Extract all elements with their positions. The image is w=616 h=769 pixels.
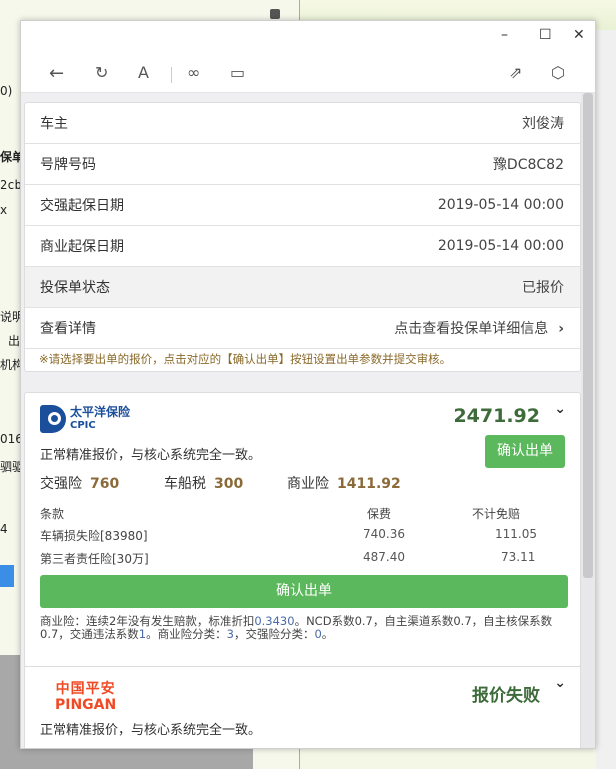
maximize-button[interactable]: ☐ (539, 27, 552, 43)
note-text: 商业险：连续2年没有发生赔款，标准折扣 (40, 614, 255, 628)
info-label: 号牌号码 (40, 157, 96, 173)
status-value: 已报价 (522, 280, 564, 296)
summary-label: 商业险 (287, 476, 329, 492)
font-icon[interactable]: A (138, 63, 149, 82)
quote-description: 正常精准报价，与核心系统完全一致。 (40, 723, 262, 738)
share-icon[interactable]: ⇗ (509, 63, 522, 82)
quote-card-pingan: 中国平安 PINGAN 报价失败 ⌄ 正常精准报价，与核心系统完全一致。 (24, 666, 581, 748)
note-text: 。商业险分类： (146, 627, 227, 641)
close-button[interactable]: ✕ (573, 27, 585, 43)
summary-value: 760 (90, 476, 120, 492)
info-row-plate: 号牌号码 豫DC8C82 (25, 144, 580, 185)
summary-compulsory: 交强险 760 (40, 473, 119, 493)
link-icon[interactable]: ∞ (187, 63, 200, 82)
coverage-deductible: 111.05 (495, 527, 537, 541)
quote-card-cpic: 太平洋保险 CPIC 2471.92 ⌄ 正常精准报价，与核心系统完全一致。 确认… (24, 392, 581, 667)
browser-window: – ☐ ✕ ← ↻ A ∞ ▭ ⇗ ⬡ 车主 刘俊涛 号牌号码 豫DC8C82 交强… (20, 20, 596, 749)
note-number: 0.3430 (254, 614, 295, 628)
details-link-text: 点击查看投保单详细信息 (394, 321, 549, 337)
summary-label: 车船税 (164, 476, 206, 492)
coverage-name: 第三者责任险[30万] (40, 552, 149, 566)
confirm-issue-wide-button[interactable]: 确认出单 (40, 575, 568, 608)
info-label: 查看详情 (40, 321, 96, 337)
note-number: 0 (314, 627, 322, 641)
info-row-compulsory-start: 交强起保日期 2019-05-14 00:00 (25, 185, 580, 226)
cpic-logo: 太平洋保险 CPIC (40, 405, 130, 433)
note-text: 。 (321, 627, 334, 641)
view-details-link[interactable]: 查看详情 点击查看投保单详细信息 › (25, 308, 580, 349)
cube-icon[interactable]: ⬡ (551, 63, 565, 82)
summary-vehicle-tax: 车船税 300 (164, 473, 243, 493)
policy-info-card: 车主 刘俊涛 号牌号码 豫DC8C82 交强起保日期 2019-05-14 00:00… (24, 102, 581, 372)
summary-value: 300 (214, 476, 244, 492)
summary-value: 1411.92 (337, 476, 401, 492)
scrollbar-thumb[interactable] (583, 93, 593, 578)
summary-label: 交强险 (40, 476, 82, 492)
bg-text: 4 (0, 522, 8, 536)
col-header-premium: 保费 (367, 507, 392, 521)
confirm-issue-button[interactable]: 确认出单 (485, 435, 565, 468)
quote-status: 报价失败 (472, 686, 540, 706)
cpic-name: 太平洋保险 (70, 405, 131, 419)
window-icon[interactable]: ▭ (230, 63, 245, 82)
toolbar: ← ↻ A ∞ ▭ ⇗ ⬡ (21, 59, 595, 93)
refresh-icon[interactable]: ↻ (95, 63, 108, 82)
bg-text: 出 (8, 334, 21, 348)
chevron-down-icon[interactable]: ⌄ (554, 675, 566, 691)
info-value: 2019-05-14 00:00 (437, 197, 564, 213)
coverage-deductible: 73.11 (501, 550, 536, 564)
scrollbar[interactable] (581, 93, 595, 748)
total-price: 2471.92 (453, 405, 540, 427)
toolbar-divider (171, 67, 172, 83)
info-row-status: 投保单状态 已报价 (25, 267, 580, 308)
page-content: 车主 刘俊涛 号牌号码 豫DC8C82 交强起保日期 2019-05-14 00:00… (21, 92, 595, 748)
quote-description: 正常精准报价，与核心系统完全一致。 (40, 448, 262, 463)
note-text: ，交强险分类： (233, 627, 315, 641)
info-label: 车主 (40, 116, 68, 132)
bg-text: x (0, 203, 8, 217)
col-header-deductible: 不计免赔 (472, 507, 521, 521)
pingan-name: 中国平安 (55, 681, 116, 697)
col-header-item: 条款 (40, 507, 65, 521)
coverage-name: 车辆损失险[83980] (40, 529, 148, 543)
minimize-button[interactable]: – (501, 27, 508, 43)
info-value: 豫DC8C82 (492, 157, 564, 173)
chevron-down-icon[interactable]: ⌄ (554, 401, 566, 417)
cpic-name-en: CPIC (70, 420, 96, 431)
info-label: 商业起保日期 (40, 239, 124, 255)
back-icon[interactable]: ← (49, 63, 64, 84)
coverage-premium: 740.36 (363, 527, 405, 541)
info-value: 2019-05-14 00:00 (437, 238, 564, 254)
pingan-name-en: PINGAN (55, 697, 117, 713)
pingan-logo: 中国平安 PINGAN (55, 681, 116, 713)
bg-selected-row (0, 565, 14, 587)
info-label: 交强起保日期 (40, 198, 124, 214)
notice-text: ※请选择要出单的报价，点击对应的【确认出单】按钮设置出单参数并提交审核。 (39, 352, 452, 366)
info-row-owner: 车主 刘俊涛 (25, 103, 580, 144)
background-panel (596, 30, 616, 769)
rating-note: 商业险：连续2年没有发生赔款，标准折扣0.3430。NCD系数0.7，自主渠道系… (40, 615, 570, 641)
info-value: 刘俊涛 (522, 116, 564, 132)
info-row-commercial-start: 商业起保日期 2019-05-14 00:00 (25, 226, 580, 267)
chevron-right-icon: › (558, 321, 564, 337)
summary-commercial: 商业险 1411.92 (287, 473, 401, 493)
info-label: 投保单状态 (40, 280, 110, 296)
lock-icon (270, 9, 280, 19)
note-number: 3 (226, 627, 234, 641)
coverage-premium: 487.40 (363, 550, 405, 564)
bg-text: 0) (0, 84, 13, 98)
